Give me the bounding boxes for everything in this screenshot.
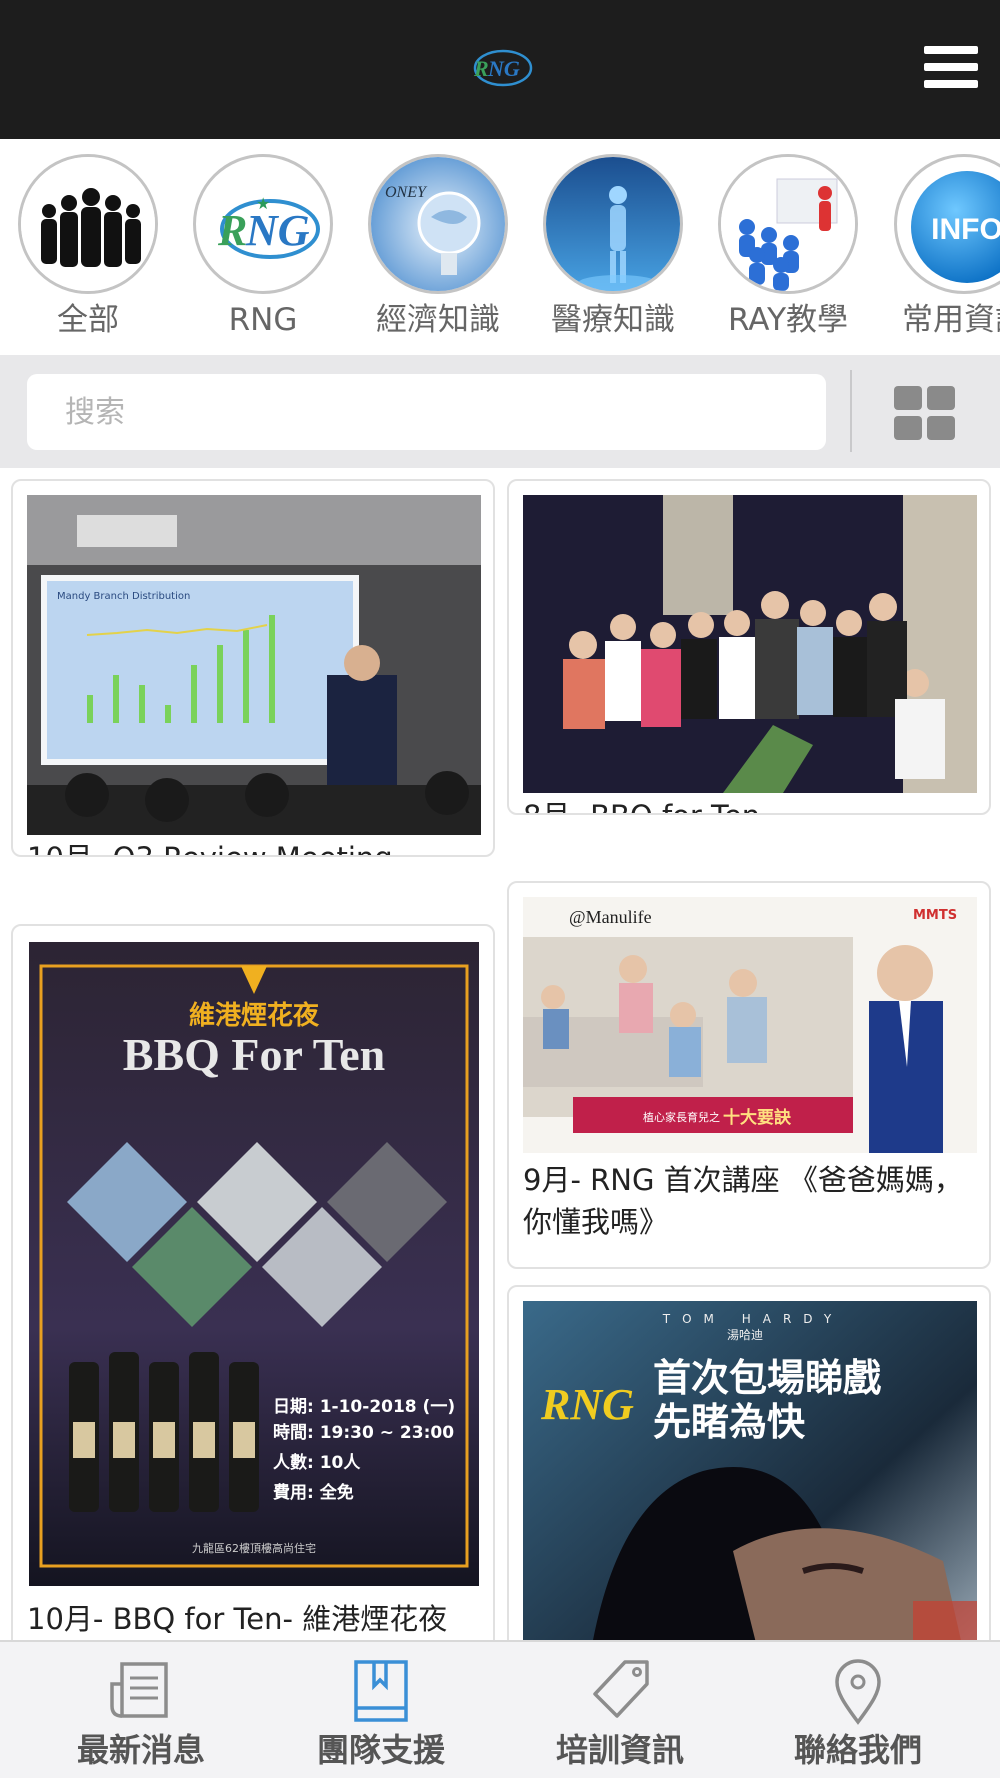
grid-view-icon[interactable] bbox=[894, 386, 956, 440]
banner-org: MMTS bbox=[913, 908, 957, 923]
category-label: RAY教學 bbox=[727, 302, 849, 338]
post-card[interactable]: TOM HARDY 湯哈迪 RNG 首次包場睇戲 先睹為快 bbox=[507, 1285, 991, 1640]
category-label: 醫療知識 bbox=[551, 302, 675, 338]
svg-text:NG: NG bbox=[487, 56, 520, 81]
poster-fee: 費用: 全免 bbox=[273, 1482, 354, 1503]
banner-caption-small: 植心家長育兒之 bbox=[643, 1110, 720, 1124]
svg-text:R: R bbox=[473, 56, 489, 81]
category-label: RNG bbox=[228, 302, 298, 338]
group-photo-rooftop bbox=[523, 495, 977, 793]
tab-team-support[interactable]: 團隊支援 bbox=[256, 1642, 506, 1778]
post-card[interactable]: 8月- BBQ for Ten bbox=[507, 479, 991, 815]
tab-label: 團隊支援 bbox=[316, 1731, 445, 1769]
poster-footer: 九龍區62樓頂樓高尚住宅 bbox=[192, 1541, 316, 1555]
poster-actor: TOM HARDY bbox=[662, 1312, 843, 1326]
newspaper-icon bbox=[110, 1662, 168, 1718]
category-label: 全部 bbox=[57, 302, 119, 338]
poster-date: 日期: 1-10-2018 (一) bbox=[273, 1397, 455, 1417]
category-ray-teaching[interactable]: RAY教學 bbox=[708, 154, 868, 340]
poster-brand: RNG bbox=[540, 1380, 634, 1429]
post-title: 9月- RNG 首次講座 《爸爸媽媽，你懂我嗎》 bbox=[523, 1163, 963, 1239]
post-title: 8月- BBQ for Ten bbox=[523, 795, 963, 813]
post-card[interactable]: Mandy Branch Distribution 10月- Q3 Review… bbox=[11, 479, 495, 857]
tab-label: 聯絡我們 bbox=[793, 1731, 922, 1769]
bottom-tab-bar: 最新消息 團隊支援 培訓資訊 聯絡我們 bbox=[0, 1640, 1000, 1778]
svg-text:★: ★ bbox=[256, 194, 270, 213]
category-all[interactable]: 全部 bbox=[8, 154, 168, 340]
screen-text: Mandy Branch Distribution bbox=[57, 591, 190, 602]
poster-headline: BBQ For Ten bbox=[123, 1029, 385, 1080]
post-card[interactable]: @Manulife MMTS 植心家長育兒之 十大要訣 9月- RNG 首次講座… bbox=[507, 881, 991, 1269]
tab-training[interactable]: 培訓資訊 bbox=[495, 1642, 745, 1778]
svg-text:R: R bbox=[217, 206, 247, 255]
svg-text:NG: NG bbox=[245, 206, 310, 255]
tab-label: 最新消息 bbox=[76, 1731, 205, 1769]
rng-logo[interactable]: R NG bbox=[468, 44, 534, 92]
category-economics[interactable]: ONEY 經濟知識 bbox=[358, 154, 518, 340]
rng-logo-image: R NG ★ bbox=[193, 154, 333, 294]
post-title: 10月- BBQ for Ten- 維港煙花夜 bbox=[27, 1602, 448, 1636]
bbq-poster: 維港煙花夜 BBQ For Ten 日期: 1-10-2018 (一) 時間: … bbox=[29, 942, 479, 1586]
tag-icon bbox=[593, 1660, 649, 1718]
search-input[interactable] bbox=[27, 374, 826, 450]
search-bar bbox=[0, 355, 1000, 468]
info-badge-text: INFO bbox=[931, 213, 1000, 246]
post-title: 10月- Q3 Review Meeting bbox=[27, 837, 467, 855]
category-common-info[interactable]: INFO 常用資訊 bbox=[884, 154, 1000, 340]
poster-line1: 首次包場睇戲 bbox=[653, 1356, 881, 1400]
classroom-image bbox=[718, 154, 858, 294]
seminar-banner: @Manulife MMTS 植心家長育兒之 十大要訣 bbox=[523, 897, 977, 1153]
info-badge-image: INFO bbox=[894, 154, 1000, 294]
category-label: 經濟知識 bbox=[376, 302, 500, 338]
post-feed: Mandy Branch Distribution 10月- Q3 Review… bbox=[0, 468, 1000, 1640]
money-globe-image: ONEY bbox=[368, 154, 508, 294]
post-card[interactable]: 維港煙花夜 BBQ For Ten 日期: 1-10-2018 (一) 時間: … bbox=[11, 924, 495, 1640]
banner-brand: @Manulife bbox=[569, 907, 652, 927]
poster-kicker: 維港煙花夜 bbox=[189, 1000, 320, 1031]
tab-label: 培訓資訊 bbox=[555, 1731, 684, 1769]
hamburger-menu-icon[interactable] bbox=[924, 46, 978, 92]
poster-line2: 先睹為快 bbox=[653, 1400, 806, 1444]
medical-body-image bbox=[543, 154, 683, 294]
tab-news[interactable]: 最新消息 bbox=[16, 1642, 266, 1778]
poster-people: 人數: 10人 bbox=[273, 1452, 361, 1473]
banner-caption-big: 十大要訣 bbox=[723, 1107, 792, 1128]
poster-time: 時間: 19:30 ~ 23:00 bbox=[273, 1422, 454, 1443]
tab-contact[interactable]: 聯絡我們 bbox=[733, 1642, 983, 1778]
svg-text:ONEY: ONEY bbox=[385, 184, 428, 201]
poster-actor-cn: 湯哈迪 bbox=[727, 1328, 763, 1342]
top-bar: R NG bbox=[0, 0, 1000, 139]
movie-poster: TOM HARDY 湯哈迪 RNG 首次包場睇戲 先睹為快 bbox=[523, 1301, 977, 1640]
book-icon bbox=[354, 1660, 408, 1722]
category-label: 常用資訊 bbox=[902, 302, 1000, 338]
search-divider bbox=[850, 370, 852, 452]
category-strip: 全部 R NG ★ RNG ONEY 經濟知識 醫療知識 RAY教學 INFO … bbox=[0, 139, 1000, 355]
category-medical[interactable]: 醫療知識 bbox=[533, 154, 693, 340]
category-rng[interactable]: R NG ★ RNG bbox=[183, 154, 343, 340]
location-pin-icon bbox=[835, 1659, 881, 1725]
team-silhouette-image bbox=[18, 154, 158, 294]
presentation-photo: Mandy Branch Distribution bbox=[27, 495, 481, 835]
